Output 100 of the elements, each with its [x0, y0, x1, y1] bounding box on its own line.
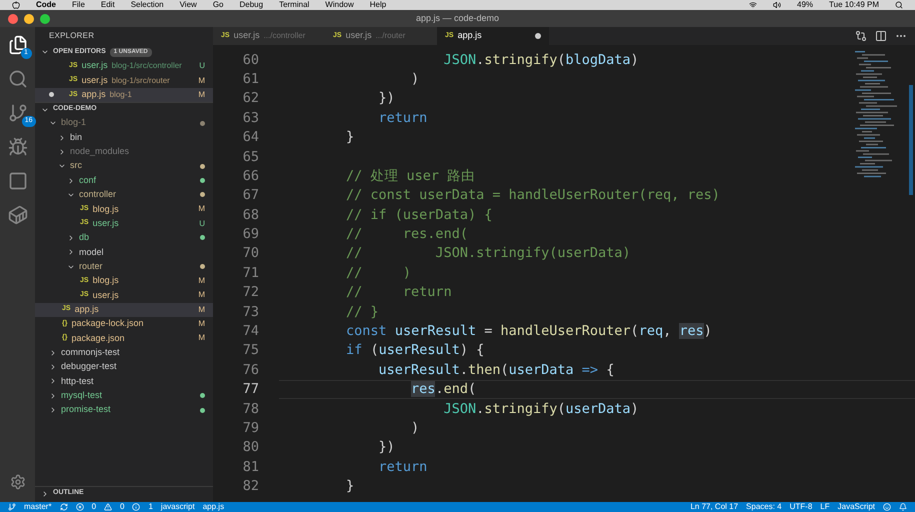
tree-item[interactable]: db	[35, 230, 213, 246]
volume-icon[interactable]	[773, 1, 782, 9]
cursor-position[interactable]: Ln 77, Col 17	[690, 503, 738, 511]
menu-item[interactable]: Debug	[239, 1, 264, 9]
menu-item[interactable]: File	[72, 1, 85, 9]
git-status: M	[198, 274, 205, 287]
code-line: res.end(	[410, 380, 476, 400]
line-number: 76	[242, 360, 260, 380]
git-status: M	[198, 332, 205, 344]
file-name: app.js	[82, 88, 106, 102]
git-status: M	[198, 318, 205, 330]
info-icon	[132, 503, 140, 511]
git-status: M	[198, 88, 205, 101]
menu-item[interactable]: Window	[325, 1, 354, 9]
tree-item[interactable]: bin	[35, 130, 213, 145]
tree-item[interactable]: promise-test	[35, 402, 213, 418]
code-line: // }	[345, 302, 379, 322]
warning-count[interactable]: 0	[120, 503, 124, 511]
line-ending[interactable]: LF	[820, 503, 830, 511]
tab-path: .../controller	[264, 30, 306, 42]
tree-item[interactable]: model	[35, 245, 213, 260]
encoding[interactable]: UTF-8	[790, 503, 812, 511]
search-icon[interactable]	[895, 1, 903, 9]
tab-label: app.js	[458, 29, 482, 42]
git-status: U	[199, 218, 205, 230]
debug-icon[interactable]	[8, 137, 28, 157]
window-title: app.js — code-demo	[416, 12, 500, 25]
app-menu[interactable]: Code	[36, 1, 56, 9]
branch-icon	[8, 503, 16, 511]
code-line: }	[345, 128, 354, 148]
code-line: // res.end(	[345, 225, 468, 244]
language-mode[interactable]: JavaScript	[838, 503, 875, 511]
git-status: M	[198, 304, 205, 316]
warning-icon	[104, 503, 112, 511]
battery-percent: 49%	[797, 1, 814, 9]
tree-item[interactable]: controller	[35, 188, 213, 202]
code-line: )	[410, 70, 420, 89]
info-count[interactable]: 1	[148, 503, 153, 511]
tree-item[interactable]: commonjs-test	[35, 346, 213, 360]
close-window-button[interactable]	[8, 14, 18, 24]
zoom-window-button[interactable]	[40, 14, 50, 24]
apple-icon[interactable]	[12, 1, 20, 9]
tree-item[interactable]: node_modules	[35, 144, 213, 160]
line-number: 77	[242, 380, 260, 400]
code-line: JSON.stringify(userData)	[442, 400, 639, 419]
line-number: 81	[242, 458, 260, 477]
file-path: blog-1/src/router	[112, 74, 171, 87]
menu-item[interactable]: View	[180, 1, 197, 9]
wifi-icon[interactable]	[749, 1, 758, 9]
line-number: 60	[242, 50, 260, 70]
settings-icon[interactable]	[10, 474, 26, 490]
tab-path: .../router	[376, 30, 406, 42]
code-line: // )	[345, 264, 412, 283]
indentation[interactable]: Spaces: 4	[746, 503, 782, 511]
compare-icon[interactable]	[855, 30, 867, 42]
tree-item[interactable]: conf	[35, 173, 213, 188]
tree-item[interactable]: src	[35, 159, 213, 174]
branch-name[interactable]: master*	[24, 503, 52, 511]
chevron-icon	[41, 48, 49, 56]
split-editor-icon[interactable]	[875, 30, 887, 42]
tree-item[interactable]: debugger-test	[35, 360, 213, 374]
line-number: 65	[242, 148, 260, 167]
line-number: 72	[242, 283, 260, 302]
file-path: blog-1	[110, 88, 133, 101]
menu-item[interactable]: Edit	[100, 1, 115, 9]
line-number: 62	[242, 89, 260, 108]
file-name[interactable]: app.js	[202, 503, 224, 511]
bell-icon[interactable]	[899, 503, 907, 511]
git-status: U	[199, 60, 205, 72]
error-icon	[76, 503, 84, 511]
code-line: return	[378, 108, 428, 128]
tree-item[interactable]: router	[35, 259, 213, 274]
code-line: // if (userData) {	[345, 206, 492, 225]
scrollbar-thumb[interactable]	[909, 85, 913, 195]
line-number: 75	[242, 341, 260, 360]
tree-item[interactable]: blog-1	[35, 116, 213, 130]
feedback-icon[interactable]	[883, 503, 891, 511]
menu-item[interactable]: Terminal	[279, 1, 310, 9]
tree-item[interactable]: mysql-test	[35, 388, 213, 403]
line-number: 66	[242, 166, 260, 186]
code-line: JSON.stringify(blogData)	[442, 50, 639, 70]
line-number: 67	[242, 186, 260, 206]
menu-item[interactable]: Help	[370, 1, 386, 9]
error-count[interactable]: 0	[92, 503, 96, 511]
sync-icon[interactable]	[60, 503, 68, 511]
menu-item[interactable]: Selection	[130, 1, 164, 9]
menu-item[interactable]: Go	[212, 1, 224, 9]
line-number: 69	[242, 225, 260, 244]
files-icon[interactable]	[8, 35, 28, 55]
language-id[interactable]: javascript	[160, 503, 195, 511]
line-number: 74	[242, 322, 260, 342]
line-number: 79	[242, 419, 260, 438]
minimize-window-button[interactable]	[24, 14, 34, 24]
code-line: )	[410, 419, 420, 438]
tab-label: user.js	[346, 29, 372, 42]
git-status: M	[198, 74, 205, 87]
file-name: user.js	[82, 59, 108, 72]
tree-item[interactable]: http-test	[35, 374, 213, 389]
code-line: // return	[345, 283, 452, 302]
line-number: 61	[242, 70, 260, 89]
